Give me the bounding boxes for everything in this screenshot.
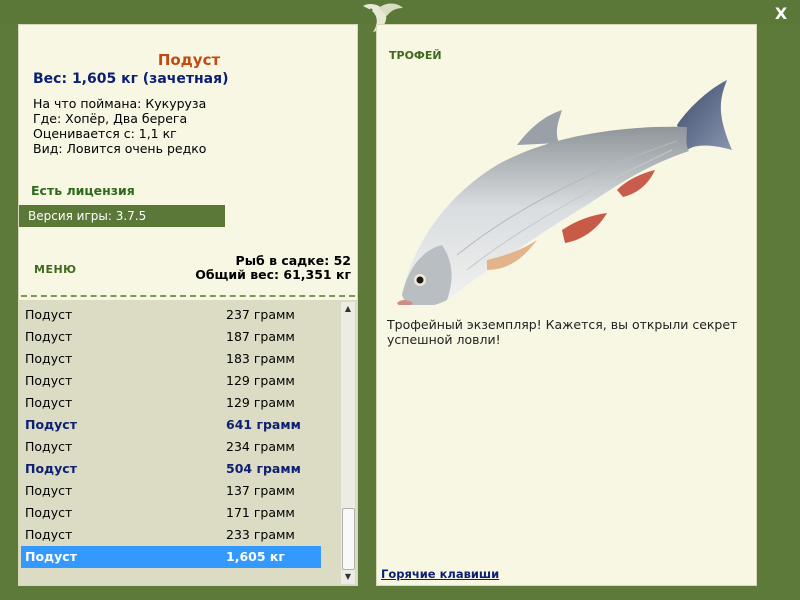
list-item-name: Подуст — [25, 549, 77, 564]
list-item-weight: 187 грамм — [226, 329, 295, 344]
list-item[interactable]: Подуст 237 грамм — [21, 304, 321, 326]
menu-button[interactable]: МЕНЮ — [34, 263, 77, 276]
list-item-name: Подуст — [25, 373, 73, 388]
list-item[interactable]: Подуст 171 грамм — [21, 502, 321, 524]
version-bar: Версия игры: 3.7.5 — [19, 205, 225, 227]
trophy-text: Трофейный экземпляр! Кажется, вы открыли… — [387, 317, 738, 347]
list-item-name: Подуст — [25, 351, 73, 366]
list-item-name: Подуст — [25, 417, 77, 432]
list-item-weight: 237 грамм — [226, 307, 295, 322]
list-item-name: Подуст — [25, 527, 73, 542]
trophy-panel: ТРОФЕЙ Трофейный экземпляр! Кажется, вы … — [376, 24, 757, 586]
cage-count: Рыб в садке: 52 — [235, 253, 351, 268]
list-item[interactable]: Подуст 641 грамм — [21, 414, 321, 436]
fish-image — [397, 80, 732, 305]
divider — [21, 295, 355, 297]
fish-info-panel: Подуст Вес: 1,605 кг (зачетная) На что п… — [18, 24, 358, 586]
list-item-weight: 641 грамм — [226, 417, 301, 432]
close-icon: X — [774, 4, 788, 23]
scroll-up-icon[interactable]: ▲ — [341, 302, 355, 316]
bait-info: На что поймана: Кукуруза — [33, 96, 207, 111]
list-item-name: Подуст — [25, 307, 73, 322]
list-item-weight: 171 грамм — [226, 505, 295, 520]
hotkeys-link[interactable]: Горячие клавиши — [381, 567, 499, 581]
close-button[interactable]: X — [770, 4, 792, 24]
list-item-name: Подуст — [25, 461, 77, 476]
list-item-weight: 234 грамм — [226, 439, 295, 454]
kind-info: Вид: Ловится очень редко — [33, 141, 207, 156]
list-item-weight: 1,605 кг — [226, 549, 285, 564]
valued-from-info: Оценивается с: 1,1 кг — [33, 126, 177, 141]
catch-list[interactable]: ▲ ▼ Подуст 237 грамм Подуст 187 грамм Подуст… — [19, 300, 357, 585]
list-item[interactable]: Подуст 1,605 кг — [21, 546, 321, 568]
total-weight: Общий вес: 61,351 кг — [195, 267, 351, 282]
list-item-name: Подуст — [25, 439, 73, 454]
list-item-weight: 504 грамм — [226, 461, 301, 476]
fish-weight: Вес: 1,605 кг (зачетная) — [33, 71, 229, 87]
location-info: Где: Хопёр, Два берега — [33, 111, 188, 126]
list-item-weight: 137 грамм — [226, 483, 295, 498]
list-item-weight: 233 грамм — [226, 527, 295, 542]
fish-name: Подуст — [157, 51, 221, 69]
list-item-name: Подуст — [25, 329, 73, 344]
list-item[interactable]: Подуст 233 грамм — [21, 524, 321, 546]
scroll-down-icon[interactable]: ▼ — [341, 570, 355, 584]
list-item-name: Подуст — [25, 483, 73, 498]
list-item-name: Подуст — [25, 395, 73, 410]
list-item[interactable]: Подуст 183 грамм — [21, 348, 321, 370]
list-item-weight: 129 грамм — [226, 373, 295, 388]
list-item[interactable]: Подуст 504 грамм — [21, 458, 321, 480]
list-item-name: Подуст — [25, 505, 73, 520]
list-scrollbar[interactable]: ▲ ▼ — [341, 302, 355, 584]
list-item[interactable]: Подуст 137 грамм — [21, 480, 321, 502]
list-item[interactable]: Подуст 234 грамм — [21, 436, 321, 458]
license-status: Есть лицензия — [31, 183, 135, 198]
list-item[interactable]: Подуст 129 грамм — [21, 392, 321, 414]
list-item-weight: 129 грамм — [226, 395, 295, 410]
scroll-thumb[interactable] — [342, 508, 355, 570]
list-item[interactable]: Подуст 129 грамм — [21, 370, 321, 392]
list-item-weight: 183 грамм — [226, 351, 295, 366]
list-item[interactable]: Подуст 187 грамм — [21, 326, 321, 348]
